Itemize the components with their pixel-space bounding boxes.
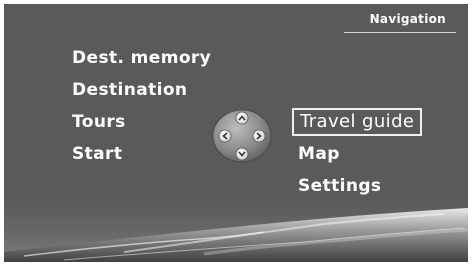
down-arrow-icon[interactable] bbox=[235, 147, 249, 161]
screen-title: Navigation bbox=[369, 12, 446, 26]
left-arrow-icon[interactable] bbox=[218, 129, 232, 143]
menu-item-settings[interactable]: Settings bbox=[298, 176, 381, 196]
menu-item-dest-memory[interactable]: Dest. memory bbox=[72, 48, 211, 68]
menu-item-travel-guide[interactable]: Travel guide bbox=[292, 108, 423, 136]
navigation-screen: Navigation Dest. memory Destination Tour… bbox=[4, 4, 468, 262]
menu-item-start[interactable]: Start bbox=[72, 144, 122, 164]
four-way-controller-icon[interactable] bbox=[211, 108, 273, 164]
title-underline bbox=[344, 32, 456, 33]
earth-horizon-image bbox=[4, 194, 468, 262]
up-arrow-icon[interactable] bbox=[235, 111, 249, 125]
menu-item-map[interactable]: Map bbox=[298, 144, 340, 164]
right-arrow-icon[interactable] bbox=[252, 129, 266, 143]
menu-item-tours[interactable]: Tours bbox=[72, 112, 126, 132]
menu-item-destination[interactable]: Destination bbox=[72, 80, 187, 100]
